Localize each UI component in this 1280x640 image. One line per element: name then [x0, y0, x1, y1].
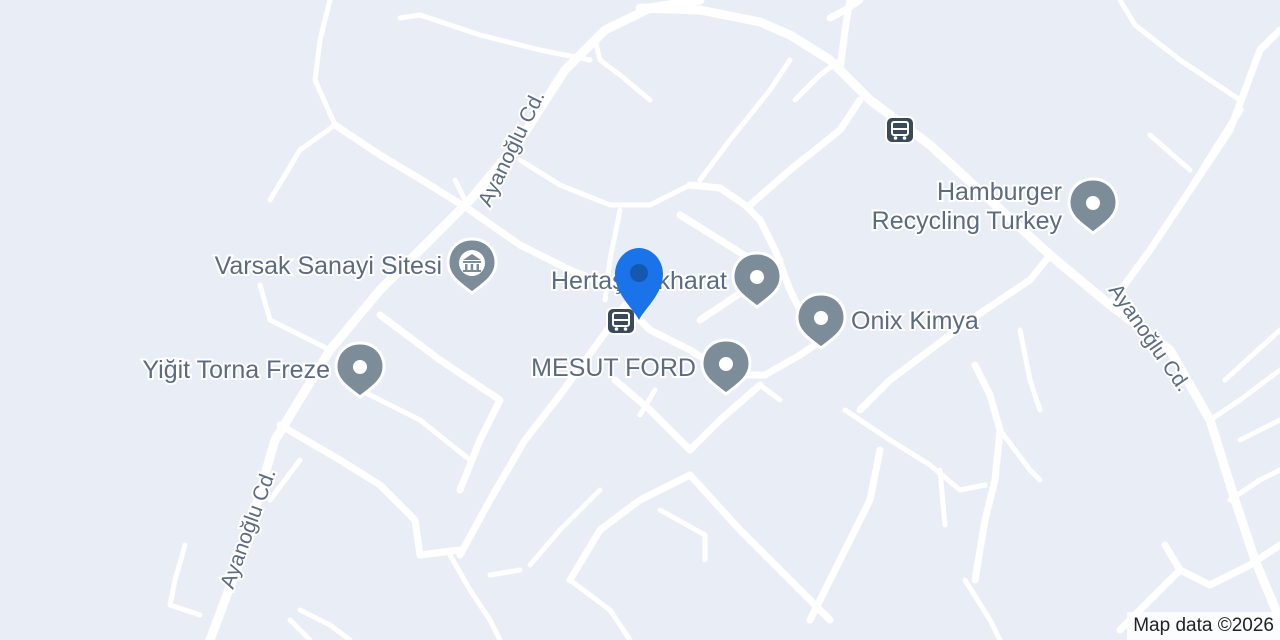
road-label-ayanoglu-south: Ayanoğlu Cd. [216, 466, 281, 592]
building-icon [446, 237, 498, 295]
place-pin-icon [731, 251, 783, 309]
poi-label-varsak: Varsak Sanayi Sitesi [215, 252, 442, 280]
map-markers: Varsak Sanayi Sitesi Yiğit Torna Freze H… [140, 85, 1196, 594]
poi-onix-kimya[interactable]: Onix Kimya [795, 292, 981, 350]
bus-stop-icon[interactable] [606, 307, 636, 335]
poi-yigit-torna-freze[interactable]: Yiğit Torna Freze [140, 341, 386, 399]
place-pin-icon [795, 292, 847, 350]
place-pin-icon [334, 341, 386, 399]
road-label-ayanoglu-east: Ayanoğlu Cd. [1104, 280, 1195, 396]
poi-label-yigit: Yiğit Torna Freze [142, 356, 330, 384]
place-pin-icon [700, 338, 752, 396]
poi-label-hamburger-line2: Recycling Turkey [872, 207, 1063, 235]
map-view[interactable]: Varsak Sanayi Sitesi Yiğit Torna Freze H… [0, 0, 1280, 640]
place-pin-icon [1067, 177, 1119, 235]
poi-label-onix: Onix Kimya [851, 307, 979, 335]
poi-hertas-tekharat[interactable]: Hertaş Tekharat [549, 251, 783, 309]
poi-hamburger-recycling[interactable]: Hamburger Recycling Turkey [870, 176, 1119, 237]
poi-label-mesut: MESUT FORD [531, 354, 696, 382]
road-label-ayanoglu-north: Ayanoğlu Cd. [474, 87, 550, 210]
poi-mesut-ford[interactable]: MESUT FORD [529, 338, 752, 396]
map-attribution: Map data ©2026 [1127, 612, 1280, 640]
poi-varsak-sanayi-sitesi[interactable]: Varsak Sanayi Sitesi [213, 237, 498, 295]
poi-label-hamburger-line1: Hamburger [937, 178, 1062, 206]
bus-stop-icon[interactable] [885, 116, 915, 144]
